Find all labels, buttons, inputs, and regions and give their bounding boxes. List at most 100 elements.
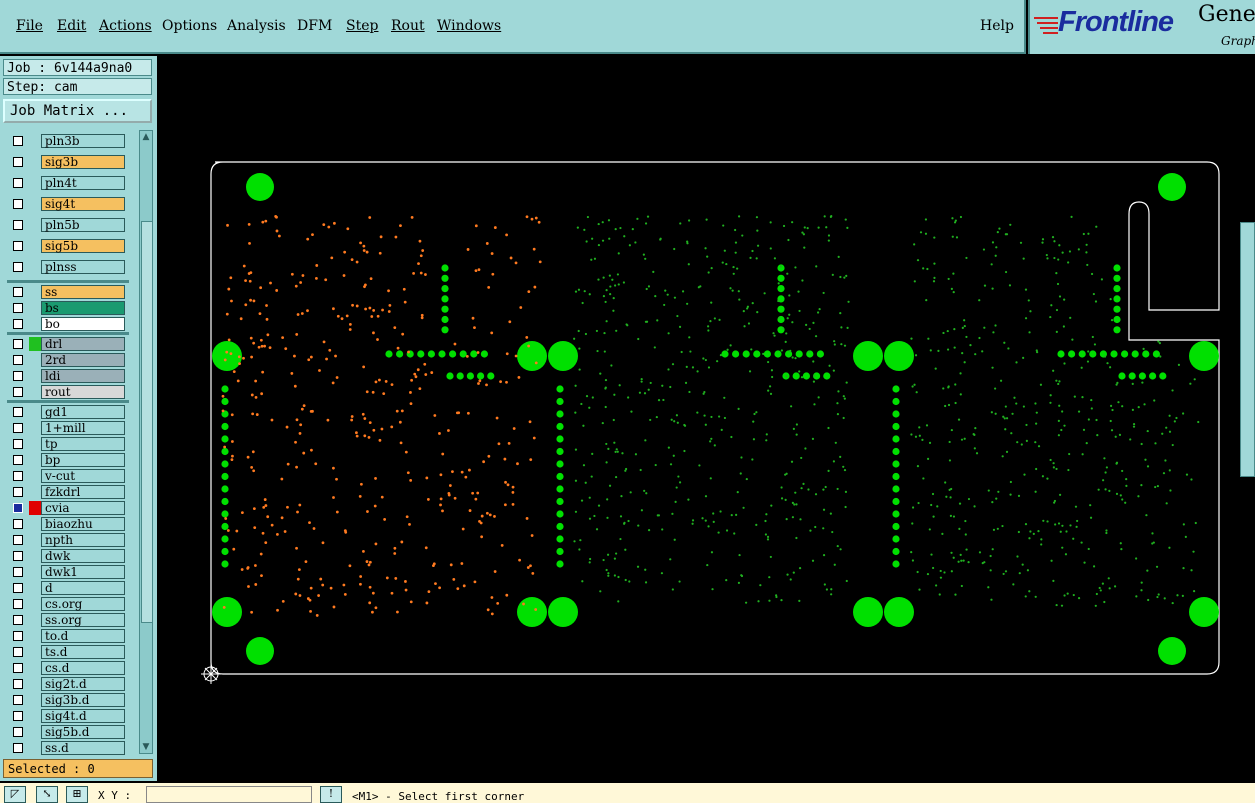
menu-actions[interactable]: Actions bbox=[99, 18, 152, 34]
small-pad bbox=[612, 297, 615, 300]
layer-checkbox[interactable] bbox=[13, 199, 23, 209]
layer-row-ss[interactable]: ss bbox=[7, 285, 127, 299]
layer-row-sig3b[interactable]: sig3b bbox=[7, 155, 127, 169]
layer-row-sig5b-d[interactable]: sig5b.d bbox=[7, 725, 127, 739]
menu-rout[interactable]: Rout bbox=[391, 18, 425, 34]
layer-row-v-cut[interactable]: v-cut bbox=[7, 469, 127, 483]
layer-checkbox[interactable] bbox=[13, 241, 23, 251]
layer-row-bs[interactable]: bs bbox=[7, 301, 127, 315]
layer-checkbox[interactable] bbox=[13, 631, 23, 641]
layer-checkbox[interactable] bbox=[13, 439, 23, 449]
menu-file[interactable]: File bbox=[16, 18, 43, 34]
layer-row-ss-d[interactable]: ss.d bbox=[7, 741, 127, 755]
pan-tool-icon[interactable]: ⤡ bbox=[36, 786, 58, 803]
layer-checkbox[interactable] bbox=[13, 407, 23, 417]
small-pad bbox=[617, 252, 620, 255]
alert-icon[interactable]: ! bbox=[320, 786, 342, 803]
layer-checkbox[interactable] bbox=[13, 471, 23, 481]
layer-checkbox[interactable] bbox=[13, 663, 23, 673]
layer-checkbox[interactable] bbox=[13, 615, 23, 625]
scroll-down-icon[interactable]: ▼ bbox=[141, 742, 151, 752]
small-pad bbox=[843, 397, 846, 400]
layer-checkbox[interactable] bbox=[13, 262, 23, 272]
layer-checkbox[interactable] bbox=[13, 647, 23, 657]
grid-tool-icon[interactable]: ⊞ bbox=[66, 786, 88, 803]
layer-checkbox[interactable] bbox=[13, 220, 23, 230]
layer-checkbox[interactable] bbox=[13, 695, 23, 705]
layer-row-sig5b[interactable]: sig5b bbox=[7, 239, 127, 253]
small-pad bbox=[647, 388, 650, 391]
layer-row-dwk[interactable]: dwk bbox=[7, 549, 127, 563]
layer-row-ss-org[interactable]: ss.org bbox=[7, 613, 127, 627]
layer-row-pln4t[interactable]: pln4t bbox=[7, 176, 127, 190]
layer-row-ts-d[interactable]: ts.d bbox=[7, 645, 127, 659]
layer-row-bp[interactable]: bp bbox=[7, 453, 127, 467]
layer-checkbox[interactable] bbox=[13, 319, 23, 329]
fiducial-pad bbox=[884, 597, 914, 627]
layer-row-dwk1[interactable]: dwk1 bbox=[7, 565, 127, 579]
layer-row-1-mill[interactable]: 1+mill bbox=[7, 421, 127, 435]
layer-checkbox[interactable] bbox=[13, 583, 23, 593]
layer-checkbox[interactable] bbox=[13, 743, 23, 753]
graphic-canvas[interactable] bbox=[157, 56, 1255, 783]
job-matrix-button[interactable]: Job Matrix ... bbox=[3, 99, 152, 123]
layer-row-fzkdrl[interactable]: fzkdrl bbox=[7, 485, 127, 499]
layer-row-pln5b[interactable]: pln5b bbox=[7, 218, 127, 232]
layer-list-scrollbar[interactable]: ▲ ▼ bbox=[139, 130, 153, 754]
layer-checkbox[interactable] bbox=[13, 157, 23, 167]
layer-row-rout[interactable]: rout bbox=[7, 385, 127, 399]
menu-edit[interactable]: Edit bbox=[57, 18, 86, 34]
layer-checkbox[interactable] bbox=[13, 551, 23, 561]
layer-checkbox[interactable] bbox=[13, 679, 23, 689]
layer-checkbox[interactable] bbox=[13, 487, 23, 497]
menu-help[interactable]: Help bbox=[980, 18, 1014, 34]
layer-row-sig4t-d[interactable]: sig4t.d bbox=[7, 709, 127, 723]
layer-row-cs-org[interactable]: cs.org bbox=[7, 597, 127, 611]
layer-row-sig4t[interactable]: sig4t bbox=[7, 197, 127, 211]
scroll-thumb[interactable] bbox=[141, 221, 153, 623]
layer-row-sig3b-d[interactable]: sig3b.d bbox=[7, 693, 127, 707]
layer-checkbox[interactable] bbox=[13, 519, 23, 529]
layer-row-pln3b[interactable]: pln3b bbox=[7, 134, 127, 148]
layer-checkbox[interactable] bbox=[13, 371, 23, 381]
layer-checkbox[interactable] bbox=[13, 711, 23, 721]
menu-analysis[interactable]: Analysis bbox=[227, 18, 286, 34]
layer-row-ldi[interactable]: ldi bbox=[7, 369, 127, 383]
layer-row-tp[interactable]: tp bbox=[7, 437, 127, 451]
layer-row-bo[interactable]: bo bbox=[7, 317, 127, 331]
menu-options[interactable]: Options bbox=[162, 18, 217, 34]
layer-row-plnss[interactable]: plnss bbox=[7, 260, 127, 274]
layer-checkbox[interactable] bbox=[13, 287, 23, 297]
menu-dfm[interactable]: DFM bbox=[297, 18, 332, 34]
layer-row-npth[interactable]: npth bbox=[7, 533, 127, 547]
scroll-up-icon[interactable]: ▲ bbox=[141, 132, 151, 142]
layer-row-to-d[interactable]: to.d bbox=[7, 629, 127, 643]
layer-checkbox[interactable] bbox=[13, 599, 23, 609]
layer-checkbox[interactable] bbox=[13, 535, 23, 545]
layer-checkbox[interactable] bbox=[13, 727, 23, 737]
pad bbox=[742, 350, 750, 358]
menu-windows[interactable]: Windows bbox=[437, 18, 501, 34]
layer-checkbox[interactable] bbox=[13, 303, 23, 313]
zoom-box-icon[interactable]: ◸ bbox=[4, 786, 26, 803]
layer-checkbox[interactable] bbox=[13, 178, 23, 188]
layer-row-d[interactable]: d bbox=[7, 581, 127, 595]
layer-checkbox[interactable] bbox=[13, 567, 23, 577]
layer-checkbox[interactable] bbox=[13, 503, 23, 513]
layer-row-sig2t-d[interactable]: sig2t.d bbox=[7, 677, 127, 691]
layer-checkbox[interactable] bbox=[13, 455, 23, 465]
layer-checkbox[interactable] bbox=[13, 355, 23, 365]
layer-row-cvia[interactable]: cvia bbox=[7, 501, 127, 515]
layer-row-biaozhu[interactable]: biaozhu bbox=[7, 517, 127, 531]
xy-input[interactable] bbox=[146, 786, 312, 803]
layer-checkbox[interactable] bbox=[13, 423, 23, 433]
small-pad bbox=[1119, 542, 1122, 545]
layer-checkbox[interactable] bbox=[13, 387, 23, 397]
layer-checkbox[interactable] bbox=[13, 136, 23, 146]
layer-checkbox[interactable] bbox=[13, 339, 23, 349]
layer-row-gd1[interactable]: gd1 bbox=[7, 405, 127, 419]
layer-row-2rd[interactable]: 2rd bbox=[7, 353, 127, 367]
layer-row-drl[interactable]: drl bbox=[7, 337, 127, 351]
menu-step[interactable]: Step bbox=[346, 18, 378, 34]
layer-row-cs-d[interactable]: cs.d bbox=[7, 661, 127, 675]
